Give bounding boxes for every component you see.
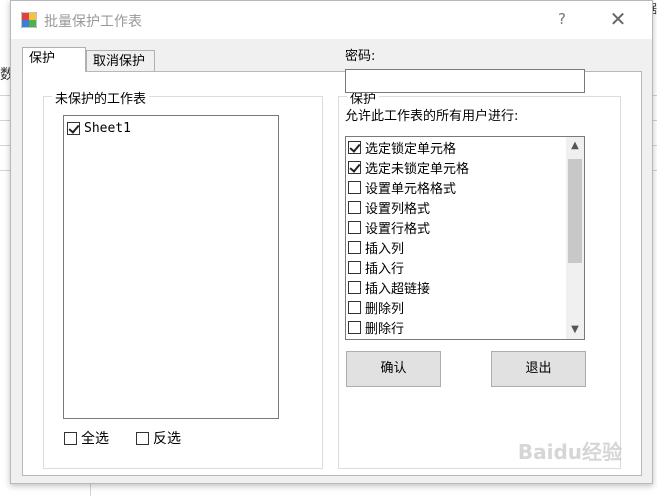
checkbox-checked-icon[interactable] [348,160,361,174]
checkbox-icon[interactable] [348,260,361,274]
permission-label: 插入行 [365,261,405,277]
checkbox-icon[interactable] [348,180,361,194]
list-item[interactable]: 选定未锁定单元格 [348,157,469,177]
app-icon [21,12,37,28]
checkbox-checked-icon[interactable] [67,121,80,135]
checkbox-icon[interactable] [348,220,361,234]
sheet-name: Sheet1 [84,120,131,136]
checkbox-checked-icon[interactable] [348,140,361,154]
list-item[interactable]: 插入列 [348,237,404,257]
permission-label: 删除列 [365,301,405,317]
permission-label: 设置行格式 [365,221,431,237]
list-item[interactable]: 删除列 [348,297,404,317]
exit-button[interactable]: 退出 [491,351,586,387]
password-input[interactable] [345,69,585,93]
allow-users-label: 允许此工作表的所有用户进行: [345,109,519,124]
permission-label: 设置单元格格式 [365,181,457,197]
list-item[interactable]: 删除行 [348,317,404,337]
permission-label: 选定锁定单元格 [365,141,457,157]
permissions-list[interactable]: 选定锁定单元格 选定未锁定单元格 设置单元格格式 设置列格式 设置行格式 插入列… [345,136,585,340]
sheet-list[interactable]: Sheet1 [63,115,279,419]
checkbox-icon[interactable] [348,320,361,334]
invert-select-checkbox[interactable]: 反选 [136,428,181,448]
permission-label: 删除行 [365,321,405,337]
confirm-button[interactable]: 确认 [346,351,441,387]
list-item[interactable]: 设置行格式 [348,217,430,237]
password-label: 密码: [345,49,376,64]
list-item[interactable]: 选定锁定单元格 [348,137,456,157]
select-all-label: 全选 [81,431,109,447]
checkbox-icon[interactable] [348,240,361,254]
tab-unprotect[interactable]: 取消保护 [86,50,155,72]
checkbox-icon[interactable] [64,431,77,445]
list-item[interactable]: 设置单元格格式 [348,177,456,197]
permission-label: 插入列 [365,241,405,257]
checkbox-icon[interactable] [348,300,361,314]
tab-protect[interactable]: 保护 [22,47,86,72]
watermark-logo: Baidu经验 [517,440,622,464]
checkbox-icon[interactable] [136,431,149,445]
permission-label: 选定未锁定单元格 [365,161,470,177]
list-item[interactable]: Sheet1 [67,119,131,137]
close-button[interactable]: ✕ [603,5,633,33]
checkbox-icon[interactable] [348,200,361,214]
invert-select-label: 反选 [153,431,181,447]
chevron-down-icon[interactable]: ▼ [566,321,584,339]
window-title: 批量保护工作表 [44,14,142,30]
help-button[interactable]: ? [549,6,575,32]
permission-label: 设置列格式 [365,201,431,217]
list-item[interactable]: 插入行 [348,257,404,277]
permission-label: 插入超链接 [365,281,431,297]
vertical-scrollbar[interactable]: ▲ ▼ [566,137,584,339]
list-item[interactable]: 设置列格式 [348,197,430,217]
batch-protect-dialog: 批量保护工作表 ? ✕ 保护 取消保护 未保护的工作表 Sheet1 全选 反选… [10,0,653,484]
select-all-checkbox[interactable]: 全选 [64,428,109,448]
group-title: 未保护的工作表 [52,88,150,107]
scrollbar-thumb[interactable] [568,159,582,263]
title-bar: 批量保护工作表 ? ✕ [11,1,652,39]
chevron-up-icon[interactable]: ▲ [566,137,584,155]
list-item[interactable]: 插入超链接 [348,277,430,297]
checkbox-icon[interactable] [348,280,361,294]
